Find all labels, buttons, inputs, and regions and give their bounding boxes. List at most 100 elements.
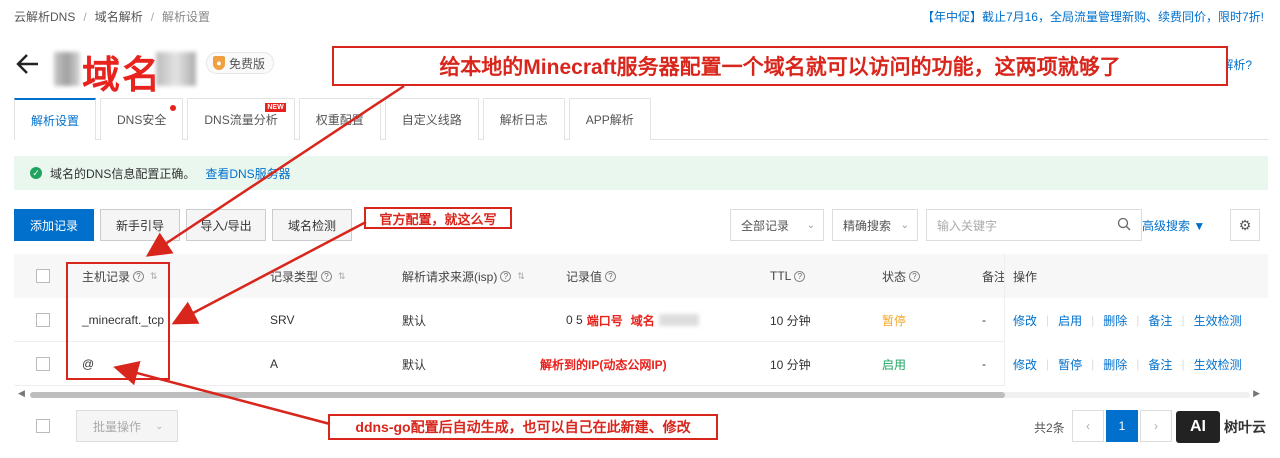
advanced-search-link[interactable]: 高级搜索 ▼ (1142, 217, 1205, 234)
help-icon[interactable]: ? (500, 270, 512, 282)
tab-resolve-log[interactable]: 解析日志 (482, 98, 565, 140)
edit-link[interactable]: 修改 (1013, 356, 1037, 373)
back-arrow-icon[interactable] (14, 50, 42, 78)
header-label: 记录值 (566, 269, 603, 284)
cell-note: - (982, 313, 986, 327)
cell-type: A (270, 357, 279, 371)
status-badge: 启用 (882, 357, 907, 372)
search-placeholder: 输入关键字 (937, 218, 998, 233)
shield-icon: ● (213, 56, 225, 70)
value-prefix: 0 5 (566, 313, 583, 327)
tab-dns-security[interactable]: DNS安全 (100, 98, 184, 140)
value-ip-placeholder: 解析到的IP(动态公网IP) (540, 357, 667, 372)
add-record-button[interactable]: 添加记录 (14, 209, 94, 241)
horizontal-scrollbar[interactable]: ◀ ▶ (14, 388, 1268, 400)
pause-link[interactable]: 暂停 (1058, 356, 1082, 373)
page-title: 域名 (82, 55, 163, 97)
header-label: 操作 (1013, 269, 1038, 284)
record-filter-select[interactable]: 全部记录 ⌄ (730, 209, 824, 241)
annotation-official: 官方配置，就这么写 (364, 207, 512, 229)
tab-custom-line[interactable]: 自定义线路 (384, 98, 479, 140)
sort-icon[interactable]: ⇅ (338, 271, 346, 282)
row-checkbox[interactable] (36, 298, 50, 342)
record-filter-value: 全部记录 (741, 218, 790, 233)
value-domain-placeholder: 域名 (630, 313, 655, 328)
header-isp: 解析请求来源(isp)? ⇅ (402, 254, 525, 298)
tab-resolve-settings[interactable]: 解析设置 (14, 98, 97, 140)
cell-ttl: 10 分钟 (770, 313, 811, 328)
sort-icon[interactable]: ⇅ (517, 271, 525, 282)
header-label: TTL (770, 269, 792, 283)
batch-label: 批量操作 (93, 419, 142, 434)
gear-icon[interactable]: ⚙ (1230, 209, 1260, 241)
next-page-button[interactable]: › (1140, 410, 1172, 442)
header-label: 状态 (882, 269, 907, 284)
cell-note: - (982, 357, 986, 371)
guide-button[interactable]: 新手引导 (100, 209, 180, 241)
redacted-block (54, 52, 80, 86)
chevron-down-icon: ⌄ (155, 421, 163, 431)
row-actions: 修改 | 启用 | 删除 | 备注 | 生效检测 (1004, 298, 1268, 342)
help-icon[interactable]: ? (605, 270, 617, 282)
promo-link[interactable]: 【年中促】截止7月16，全局流量管理新购、续费同价，限时7折! (922, 8, 1264, 25)
domain-check-button[interactable]: 域名检测 (272, 209, 352, 241)
redacted-block (156, 52, 196, 86)
tab-app-resolve[interactable]: APP解析 (568, 98, 651, 140)
notification-dot (170, 105, 177, 111)
header-type: 记录类型? ⇅ (270, 254, 346, 298)
prev-page-button[interactable]: ‹ (1072, 410, 1104, 442)
advanced-search-label: 高级搜索 (1142, 219, 1191, 233)
import-export-button[interactable]: 导入/导出 (186, 209, 266, 241)
search-mode-select[interactable]: 精确搜索 ⌄ (832, 209, 918, 241)
enable-link[interactable]: 启用 (1058, 312, 1082, 329)
cell-value: 解析到的IP(动态公网IP) (540, 342, 667, 386)
header-value: 记录值? (566, 254, 617, 298)
delete-link[interactable]: 删除 (1103, 312, 1127, 329)
table-row: @ A 默认 解析到的IP(动态公网IP) 10 分钟 启用 - 修改 | 暂停 |… (14, 342, 1268, 386)
help-icon[interactable]: ? (321, 270, 333, 282)
help-icon[interactable]: ? (909, 270, 921, 282)
breadcrumb-item-dns[interactable]: 云解析DNS (14, 8, 75, 25)
select-all-checkbox[interactable] (36, 254, 50, 298)
breadcrumb: 云解析DNS / 域名解析 / 解析设置 (14, 8, 210, 25)
cell-type: SRV (270, 313, 295, 327)
watermark: AI 树叶云 (1176, 410, 1266, 444)
scroll-left-icon[interactable]: ◀ (18, 388, 25, 399)
row-checkbox[interactable] (36, 342, 50, 386)
header-status: 状态? (882, 254, 921, 298)
view-dns-servers-link[interactable]: 查看DNS服务器 (205, 165, 290, 182)
top-bar: 云解析DNS / 域名解析 / 解析设置 【年中促】截止7月16，全局流量管理新购、续费… (0, 0, 1280, 30)
tab-dns-traffic[interactable]: DNS流量分析 NEW (187, 98, 295, 140)
check-circle-icon: ✓ (30, 167, 42, 179)
tab-label: 权重配置 (315, 113, 364, 127)
watermark-logo: AI (1176, 411, 1220, 443)
scroll-thumb[interactable] (30, 392, 1005, 398)
tab-weight-config[interactable]: 权重配置 (298, 98, 381, 140)
breadcrumb-item-domain[interactable]: 域名解析 (95, 8, 143, 25)
delete-link[interactable]: 删除 (1103, 356, 1127, 373)
tab-label: APP解析 (585, 113, 634, 127)
help-icon[interactable]: ? (794, 270, 806, 282)
search-mode-value: 精确搜索 (843, 218, 892, 233)
search-icon[interactable] (1117, 217, 1131, 231)
tab-label: 解析日志 (499, 113, 548, 127)
divider: | (1181, 313, 1185, 327)
scroll-right-icon[interactable]: ▶ (1253, 388, 1260, 399)
breadcrumb-separator: / (83, 10, 87, 24)
batch-actions-select[interactable]: 批量操作 ⌄ (76, 410, 178, 442)
effect-check-link[interactable]: 生效检测 (1194, 312, 1242, 329)
effect-check-link[interactable]: 生效检测 (1194, 356, 1242, 373)
note-link[interactable]: 备注 (1148, 356, 1172, 373)
select-all-checkbox[interactable] (36, 410, 50, 442)
note-link[interactable]: 备注 (1148, 312, 1172, 329)
alert-text: 域名的DNS信息配置正确。 (50, 166, 196, 181)
breadcrumb-separator: / (150, 10, 155, 24)
breadcrumb-item-current: 解析设置 (162, 10, 211, 24)
dns-status-alert: ✓ 域名的DNS信息配置正确。 查看DNS服务器 (14, 156, 1268, 190)
divider: | (1181, 357, 1185, 371)
header-ttl: TTL? (770, 254, 806, 298)
page-number-button[interactable]: 1 (1106, 410, 1138, 442)
search-input[interactable]: 输入关键字 (926, 209, 1142, 241)
free-edition-label: 免费版 (229, 56, 266, 71)
edit-link[interactable]: 修改 (1013, 312, 1037, 329)
